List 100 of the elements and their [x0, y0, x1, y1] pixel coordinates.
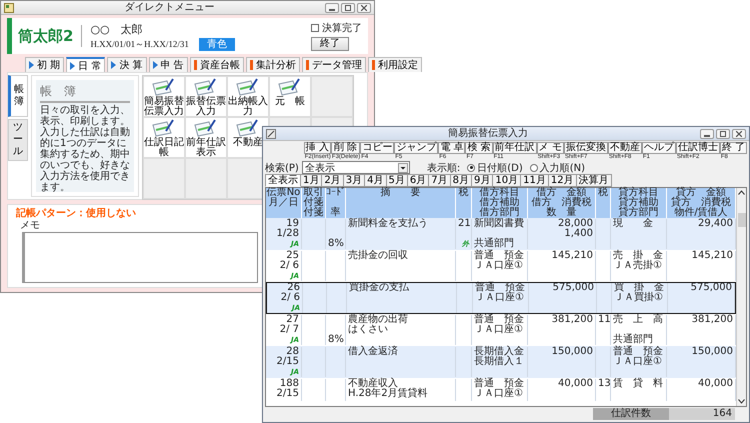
column-header: 借方 消費税 — [528, 198, 596, 208]
checkbox-label: 決算完了 — [322, 22, 362, 35]
launcher-button[interactable]: 仕訳日記帳 — [143, 117, 185, 158]
toolbar-button[interactable]: 振伝変換 — [564, 142, 608, 154]
scroll-down-icon — [738, 399, 745, 404]
menu-tab[interactable]: 決 算 — [107, 57, 147, 72]
table-cell: 26 — [267, 283, 303, 293]
column-header: 付箋 — [302, 198, 326, 208]
menu-tab[interactable]: 申 告 — [148, 57, 188, 72]
toolbar-button[interactable]: ヘルプ — [642, 142, 676, 154]
table-cell: ＪＡ口座① — [473, 293, 529, 303]
toolbar-button[interactable]: 前年仕訳 — [492, 142, 537, 154]
table-cell: 普通 預金 — [611, 347, 667, 357]
minimize-button[interactable] — [700, 128, 714, 138]
table-cell: 11 — [596, 315, 611, 325]
maximize-button[interactable] — [341, 2, 355, 12]
toolbar-button[interactable]: 検 索 — [465, 142, 493, 154]
menu-tab[interactable]: 資産台帳 — [190, 57, 244, 72]
toolbar-button[interactable]: 電 卓 — [438, 142, 466, 154]
month-tab[interactable]: 5月 — [386, 174, 408, 187]
menu-tab[interactable]: 日 常 — [66, 57, 106, 72]
month-tab[interactable]: 6月 — [408, 174, 430, 187]
close-button[interactable] — [732, 128, 746, 138]
marker-bar-icon — [250, 60, 253, 70]
toolbar-button[interactable]: コピー — [360, 142, 394, 154]
menu-tab[interactable]: 初 期 — [25, 57, 64, 72]
app-logo: 筒太郎2 — [18, 25, 82, 47]
month-tab[interactable]: 8月 — [450, 174, 472, 187]
radio-button[interactable] — [467, 164, 476, 172]
launcher-button[interactable]: 簡易振替伝票入力 — [143, 76, 185, 117]
month-tab[interactable]: 11月 — [521, 174, 549, 187]
table-cell: 188 — [266, 379, 302, 389]
scrollbar[interactable] — [736, 188, 746, 406]
marker-bar-icon — [306, 60, 309, 70]
search-dropdown[interactable]: 全表示 — [302, 161, 410, 174]
table-cell: 381,200 — [528, 315, 596, 325]
exit-button[interactable]: 終了 — [311, 37, 349, 51]
table-cell: 2/ 6 — [267, 293, 303, 303]
maximize-button[interactable] — [716, 128, 730, 138]
launcher-button[interactable]: 前年仕訳表示 — [185, 117, 227, 158]
toolbar-button[interactable]: 仕訳博士 — [676, 142, 720, 154]
toolbar-button[interactable]: ジャンプ — [394, 142, 438, 154]
close-button[interactable] — [357, 2, 371, 12]
launcher-button[interactable]: 出納帳入力 — [227, 76, 269, 117]
table-cell: 40,000 — [528, 379, 596, 389]
radio-button[interactable] — [530, 164, 538, 172]
toolbar-button[interactable]: 不動産 — [608, 142, 642, 154]
memo-field[interactable] — [22, 232, 258, 283]
table-cell: 27 — [266, 315, 302, 325]
toolbar-button[interactable]: メ モ — [536, 142, 564, 154]
column-header: 借方 金額 — [528, 188, 596, 198]
marker-bar-icon — [372, 60, 375, 70]
table-cell: 150,000 — [528, 347, 596, 357]
caret-icon — [398, 162, 408, 172]
column-header: ｺｰﾄﾞ — [326, 188, 346, 198]
month-tab[interactable]: 決算月 — [576, 174, 612, 187]
column-header: 取引 — [302, 188, 326, 198]
month-tab[interactable]: 10月 — [493, 174, 522, 187]
triangle-icon — [29, 61, 34, 69]
side-tab[interactable]: ツール — [8, 119, 28, 161]
table-cell: 21 — [456, 219, 472, 229]
minimize-button[interactable] — [325, 2, 339, 12]
month-tab[interactable]: 4月 — [365, 174, 386, 187]
toolbar-button[interactable]: 終 了 — [720, 142, 747, 154]
month-tab[interactable]: 7月 — [429, 174, 451, 187]
table-cell: 長期借入１ — [472, 357, 528, 367]
table-cell: 28,000 — [528, 219, 596, 229]
fiscal-period: H.XX/01/01～H.XX/12/31 — [90, 38, 189, 50]
checkbox[interactable] — [311, 24, 319, 32]
entry-count-label: 仕訳件数 — [593, 408, 669, 420]
month-tab[interactable]: 3月 — [344, 174, 366, 187]
launcher-button[interactable]: 元 帳 — [269, 76, 311, 117]
table-cell: 売 掛 金 — [611, 251, 667, 261]
table-cell: 売掛金の回収 — [346, 251, 456, 261]
month-tab[interactable]: 12月 — [548, 174, 577, 187]
column-header: 貸方補助 — [611, 198, 667, 208]
toolbar-button[interactable]: 削 除 — [330, 142, 360, 154]
table-cell: 農産物の出荷 — [346, 315, 456, 325]
scrollbar-thumb[interactable] — [738, 213, 746, 227]
table-cell: 買 掛 金 — [612, 283, 668, 293]
month-tab[interactable]: 全表示 — [265, 174, 301, 187]
table-cell: H.28年2月賃貸料 — [346, 389, 456, 399]
table-cell: ＪＡ買掛① — [612, 293, 668, 303]
menu-tab[interactable]: データ管理 — [302, 57, 366, 72]
table-cell: 長期借入金 — [472, 347, 528, 357]
menu-tab[interactable]: 利用設定 — [368, 57, 422, 72]
radio-label: 日付順(D) — [477, 162, 523, 174]
month-tab[interactable]: 2月 — [322, 174, 344, 187]
table-cell: 8% — [326, 239, 346, 249]
panel-title: 帳 簿 — [40, 83, 130, 103]
entry-count: 164 — [669, 408, 735, 420]
launcher-button[interactable]: 振替伝票入力 — [185, 76, 227, 117]
table-cell: 売 上 高 — [611, 315, 667, 325]
app-icon — [4, 2, 14, 12]
side-tab[interactable]: 帳簿 — [8, 75, 28, 117]
menu-tab[interactable]: 集計分析 — [246, 57, 300, 72]
toolbar-button[interactable]: 挿 入 — [304, 142, 331, 154]
month-tab[interactable]: 1月 — [301, 174, 322, 187]
app-icon — [266, 128, 276, 138]
month-tab[interactable]: 9月 — [472, 174, 494, 187]
